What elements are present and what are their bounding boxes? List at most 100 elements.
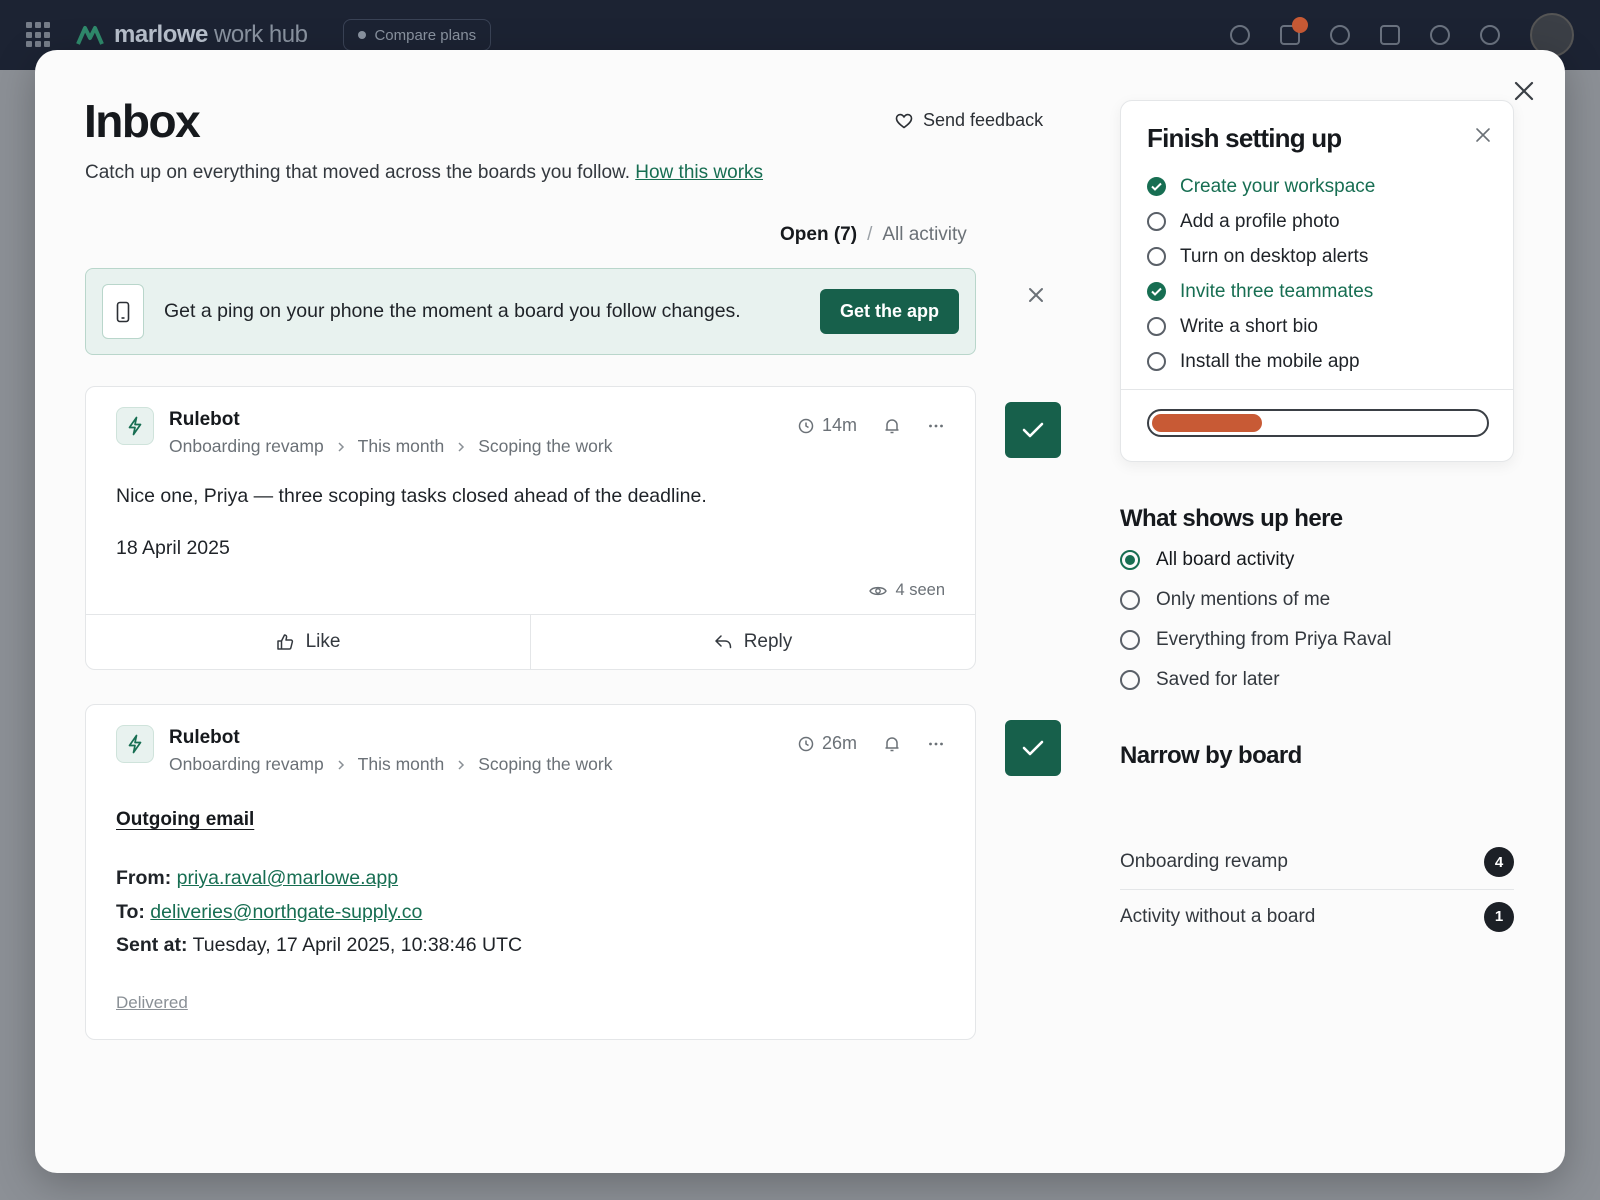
dismiss-banner-icon[interactable] <box>1025 284 1047 306</box>
breadcrumb-item[interactable]: Scoping the work <box>478 436 612 457</box>
get-app-banner: Get a ping on your phone the moment a bo… <box>85 268 976 355</box>
compare-plans-button[interactable]: Compare plans <box>343 19 492 51</box>
from-label: From: <box>116 867 172 889</box>
empty-circle-icon <box>1147 212 1166 231</box>
empty-circle-icon <box>1147 247 1166 266</box>
empty-circle-icon <box>1147 317 1166 336</box>
breadcrumb-board[interactable]: Onboarding revamp <box>169 754 324 775</box>
radio-icon <box>1120 630 1140 650</box>
bell-icon[interactable] <box>1230 25 1250 45</box>
reply-button[interactable]: Reply <box>530 615 975 669</box>
board-filter-label: Activity without a board <box>1120 905 1316 927</box>
filter-option[interactable]: Only mentions of me <box>1120 580 1391 620</box>
board-filter-item[interactable]: Onboarding revamp 4 <box>1120 835 1514 889</box>
setup-step[interactable]: Install the mobile app <box>1147 344 1375 379</box>
timestamp: 26m <box>798 733 857 754</box>
card-date: 18 April 2025 <box>116 537 230 559</box>
to-label: To: <box>116 901 145 923</box>
setup-step[interactable]: Turn on desktop alerts <box>1147 239 1375 274</box>
banner-text: Get a ping on your phone the moment a bo… <box>164 300 741 322</box>
check-circle-icon <box>1147 282 1166 301</box>
bell-icon[interactable] <box>883 417 901 435</box>
reply-icon <box>714 635 731 649</box>
filters-title: What shows up here <box>1120 505 1343 532</box>
delivery-status[interactable]: Delivered <box>116 993 188 1013</box>
inbox-icon[interactable] <box>1280 17 1308 45</box>
setup-step-label: Turn on desktop alerts <box>1180 245 1369 267</box>
how-this-works-link[interactable]: How this works <box>635 162 763 183</box>
setup-step[interactable]: Write a short bio <box>1147 309 1375 344</box>
tab-open[interactable]: Open (7) <box>780 224 857 246</box>
to-address-link[interactable]: deliveries@northgate-supply.co <box>150 901 422 923</box>
setup-step[interactable]: Add a profile photo <box>1147 204 1375 239</box>
breadcrumb: Onboarding revamp This month Scoping the… <box>169 754 612 775</box>
time-label: 14m <box>821 415 857 435</box>
close-icon[interactable] <box>1475 127 1491 143</box>
radio-icon <box>1120 670 1140 690</box>
card-message: Nice one, Priya — three scoping tasks cl… <box>116 485 707 507</box>
filter-option-label: Only mentions of me <box>1156 589 1331 610</box>
setup-checklist: Finish setting up Create your workspace … <box>1120 100 1514 462</box>
close-icon[interactable] <box>1511 78 1537 104</box>
eye-icon <box>869 586 888 595</box>
like-label: Like <box>305 631 341 652</box>
send-feedback-button[interactable]: Send feedback <box>895 110 1043 131</box>
setup-step[interactable]: Create your workspace <box>1147 169 1375 204</box>
app-launcher-icon[interactable] <box>26 22 52 48</box>
filter-option[interactable]: Saved for later <box>1120 660 1391 700</box>
filter-option-label: All board activity <box>1156 549 1295 570</box>
apps-icon[interactable] <box>1380 25 1400 45</box>
breadcrumb-group[interactable]: This month <box>358 754 445 775</box>
help-icon[interactable] <box>1480 25 1500 45</box>
divider <box>1121 389 1513 390</box>
card-header: Rulebot Onboarding revamp This month Sco… <box>116 407 612 457</box>
more-options-icon[interactable] <box>927 735 945 753</box>
setup-step-label: Create your workspace <box>1180 175 1376 197</box>
phone-icon <box>102 284 144 339</box>
card-actions: Like Reply <box>86 614 975 669</box>
filter-option-label: Everything from Priya Raval <box>1156 629 1392 650</box>
sent-label: Sent at: <box>116 934 188 956</box>
page-subtitle: Catch up on everything that moved across… <box>85 162 763 184</box>
setup-step-label: Invite three teammates <box>1180 280 1374 302</box>
heart-icon <box>895 113 913 128</box>
filter-option[interactable]: Everything from Priya Raval <box>1120 620 1391 660</box>
check-circle-icon <box>1147 177 1166 196</box>
filter-option-label: Saved for later <box>1156 669 1280 690</box>
compare-plans-label: Compare plans <box>374 26 477 44</box>
bell-icon[interactable] <box>883 735 901 753</box>
setup-step[interactable]: Invite three teammates <box>1147 274 1375 309</box>
breadcrumb-group[interactable]: This month <box>358 436 445 457</box>
setup-progress-bar <box>1147 409 1489 437</box>
chevron-right-icon <box>338 759 344 770</box>
radio-selected-icon <box>1120 550 1140 570</box>
seen-label: 4 seen <box>895 581 945 599</box>
reply-label: Reply <box>743 631 793 652</box>
tab-all-activity[interactable]: All activity <box>882 224 966 246</box>
sparkle-icon <box>358 31 367 39</box>
search-icon[interactable] <box>1430 25 1450 45</box>
get-the-app-button[interactable]: Get the app <box>819 289 959 334</box>
mark-done-button[interactable] <box>1005 402 1061 458</box>
clock-icon <box>798 418 814 433</box>
board-filter-item[interactable]: Activity without a board 1 <box>1120 889 1514 943</box>
breadcrumb-item[interactable]: Scoping the work <box>478 754 612 775</box>
person-icon[interactable] <box>1330 25 1350 45</box>
setup-step-label: Add a profile photo <box>1180 210 1340 232</box>
brand[interactable]: marlowe work hub <box>76 21 308 49</box>
boards-title: Narrow by board <box>1120 742 1302 769</box>
sent-value: Tuesday, 17 April 2025, 10:38:46 UTC <box>192 934 523 956</box>
breadcrumb-board[interactable]: Onboarding revamp <box>169 436 324 457</box>
count-badge: 4 <box>1484 847 1514 877</box>
page-title: Inbox <box>84 95 201 147</box>
like-button[interactable]: Like <box>86 615 530 669</box>
from-address-link[interactable]: priya.raval@marlowe.app <box>177 867 398 889</box>
mark-done-button[interactable] <box>1005 720 1061 776</box>
card-header: Rulebot Onboarding revamp This month Sco… <box>116 725 612 775</box>
setup-step-label: Install the mobile app <box>1180 350 1360 372</box>
more-options-icon[interactable] <box>927 417 945 435</box>
brand-name: marlowe <box>114 21 208 48</box>
board-filter-label: Onboarding revamp <box>1120 851 1288 872</box>
filter-option[interactable]: All board activity <box>1120 540 1391 580</box>
card-author: Rulebot <box>169 409 240 430</box>
